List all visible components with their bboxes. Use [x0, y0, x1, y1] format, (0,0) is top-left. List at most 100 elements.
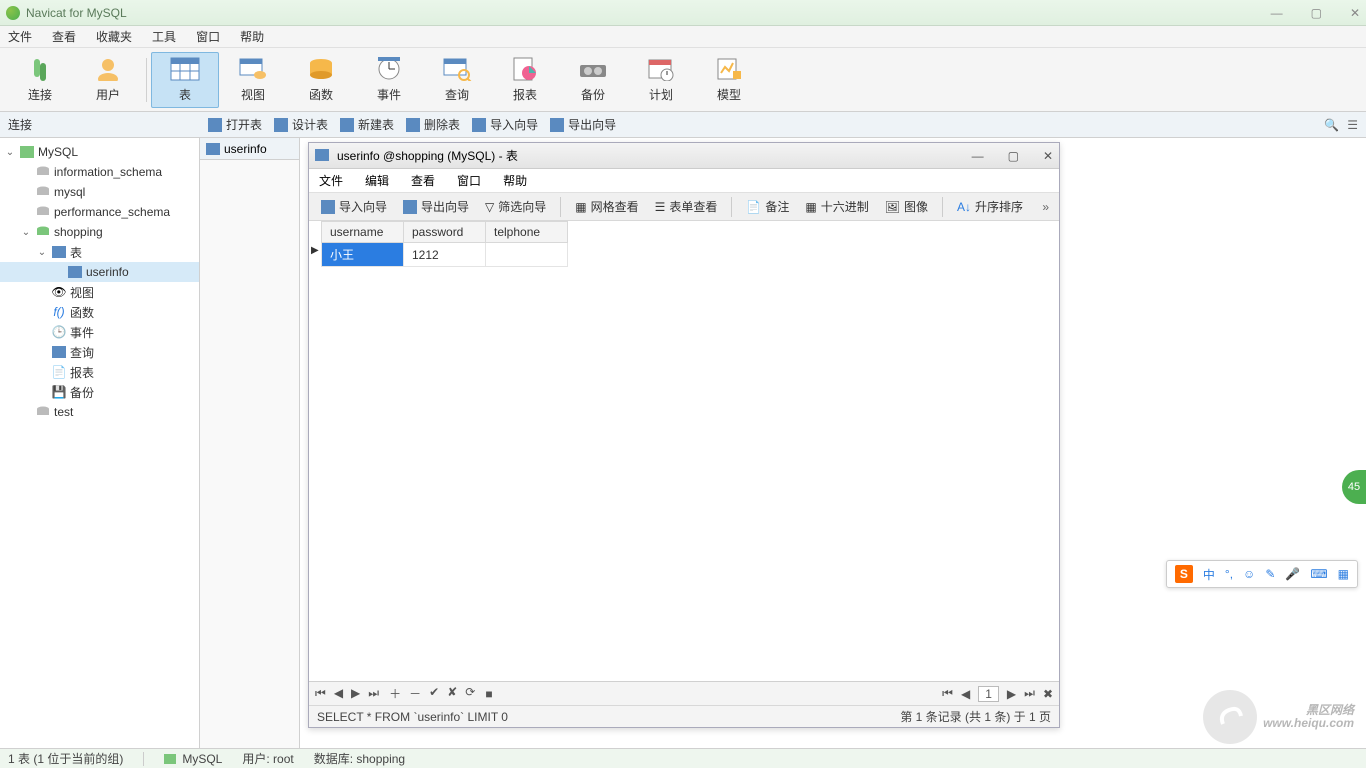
- tree-events[interactable]: 🕒事件: [0, 322, 199, 342]
- page-last[interactable]: ⏭: [1024, 686, 1035, 701]
- page-number[interactable]: 1: [978, 686, 999, 702]
- tree-backups[interactable]: 💾备份: [0, 382, 199, 402]
- nav-add[interactable]: ＋: [389, 685, 401, 702]
- nav-last[interactable]: ⏭: [368, 686, 379, 701]
- iw-menu-file[interactable]: 文件: [319, 172, 343, 189]
- page-prev[interactable]: ◀: [961, 687, 970, 701]
- action-new-table[interactable]: 新建表: [340, 116, 394, 133]
- toolbar-schedule[interactable]: 计划: [627, 52, 695, 108]
- nav-prev[interactable]: ◀: [334, 686, 343, 701]
- nav-refresh[interactable]: ⟳: [465, 685, 475, 702]
- action-delete-table[interactable]: 删除表: [406, 116, 460, 133]
- tree-reports[interactable]: 📄报表: [0, 362, 199, 382]
- toolbar-model[interactable]: 模型: [695, 52, 763, 108]
- page-first[interactable]: ⏮: [942, 686, 953, 701]
- toolbar-connect[interactable]: 连接: [6, 52, 74, 108]
- cell-password[interactable]: 1212: [404, 243, 486, 267]
- tree-shopping[interactable]: ⌄shopping: [0, 222, 199, 242]
- toolbar-table[interactable]: 表: [151, 52, 219, 108]
- ime-lang[interactable]: 中: [1203, 566, 1215, 583]
- iw-image[interactable]: 🖼图像: [879, 196, 934, 217]
- iw-menu-help[interactable]: 帮助: [503, 172, 527, 189]
- toolbar-overflow[interactable]: »: [1042, 200, 1053, 214]
- iw-note[interactable]: 📄备注: [740, 196, 795, 217]
- clock-icon: [374, 56, 404, 82]
- tree-views[interactable]: 👁视图: [0, 282, 199, 302]
- action-import[interactable]: 导入向导: [472, 116, 538, 133]
- tree-test[interactable]: test: [0, 402, 199, 422]
- tree-mysql[interactable]: ⌄MySQL: [0, 142, 199, 162]
- ime-punct-icon[interactable]: °,: [1225, 567, 1233, 581]
- tree-userinfo[interactable]: userinfo: [0, 262, 199, 282]
- iw-filter[interactable]: ▽筛选向导: [479, 196, 552, 217]
- toolbar-user[interactable]: 用户: [74, 52, 142, 108]
- ime-keyboard-icon[interactable]: ⌨: [1310, 567, 1327, 581]
- menu-favorites[interactable]: 收藏夹: [96, 28, 132, 45]
- ime-voice-icon[interactable]: 🎤: [1285, 567, 1300, 581]
- action-open-table[interactable]: 打开表: [208, 116, 262, 133]
- menu-tools[interactable]: 工具: [152, 28, 176, 45]
- iw-gridview[interactable]: ▦网格查看: [569, 196, 644, 217]
- iw-menu-view[interactable]: 查看: [411, 172, 435, 189]
- sogou-icon[interactable]: S: [1175, 565, 1193, 583]
- ime-emoji-icon[interactable]: ☺: [1243, 567, 1255, 581]
- toolbar-function[interactable]: 函数: [287, 52, 355, 108]
- col-password[interactable]: password: [404, 222, 486, 243]
- nav-next[interactable]: ▶: [351, 686, 360, 701]
- menu-file[interactable]: 文件: [8, 28, 32, 45]
- ime-toolbar[interactable]: S 中 °, ☺ ✎ 🎤 ⌨ ▦: [1166, 560, 1358, 588]
- iw-menu-edit[interactable]: 编辑: [365, 172, 389, 189]
- tab-userinfo[interactable]: userinfo: [200, 138, 299, 160]
- iw-export[interactable]: 导出向导: [397, 196, 475, 217]
- search-icon[interactable]: 🔍: [1324, 118, 1339, 132]
- iw-import[interactable]: 导入向导: [315, 196, 393, 217]
- grid-icon: ▦: [575, 200, 586, 214]
- nav-cancel[interactable]: ✘: [447, 685, 457, 702]
- nav-apply[interactable]: ✔: [429, 685, 439, 702]
- menu-help[interactable]: 帮助: [240, 28, 264, 45]
- minimize-button[interactable]: —: [1271, 6, 1283, 20]
- tree-performance-schema[interactable]: performance_schema: [0, 202, 199, 222]
- nav-delete[interactable]: －: [409, 685, 421, 702]
- iw-formview[interactable]: ☰表单查看: [649, 196, 724, 217]
- list-toggle-icon[interactable]: ☰: [1347, 118, 1358, 132]
- nav-stop[interactable]: ■: [485, 687, 492, 701]
- table-window-titlebar[interactable]: userinfo @shopping (MySQL) - 表 — ▢ ✕: [309, 143, 1059, 169]
- tree-tables[interactable]: ⌄表: [0, 242, 199, 262]
- tree-mysql-db[interactable]: mysql: [0, 182, 199, 202]
- maximize-button[interactable]: ▢: [1311, 6, 1322, 20]
- page-settings-icon[interactable]: ✖: [1043, 687, 1053, 701]
- action-export[interactable]: 导出向导: [550, 116, 616, 133]
- server-icon: [19, 145, 35, 159]
- col-telphone[interactable]: telphone: [486, 222, 568, 243]
- toolbar-divider: [146, 58, 147, 102]
- iw-menu-window[interactable]: 窗口: [457, 172, 481, 189]
- toolbar-backup[interactable]: 备份: [559, 52, 627, 108]
- ime-skin-icon[interactable]: ✎: [1265, 567, 1275, 581]
- toolbar-report[interactable]: 报表: [491, 52, 559, 108]
- close-button[interactable]: ✕: [1350, 6, 1360, 20]
- iw-minimize-button[interactable]: —: [972, 149, 984, 163]
- data-grid[interactable]: ▶ username password telphone 小王 1212: [309, 221, 1059, 681]
- iw-hex[interactable]: ▦十六进制: [799, 196, 874, 217]
- main-toolbar: 连接 用户 表 视图 函数 事件 查询 报表 备份 计划 模型: [0, 48, 1366, 112]
- cell-telphone[interactable]: [486, 243, 568, 267]
- menu-view[interactable]: 查看: [52, 28, 76, 45]
- grid-row[interactable]: 小王 1212: [322, 243, 568, 267]
- col-username[interactable]: username: [322, 222, 404, 243]
- toolbar-query[interactable]: 查询: [423, 52, 491, 108]
- tree-queries[interactable]: 查询: [0, 342, 199, 362]
- action-design-table[interactable]: 设计表: [274, 116, 328, 133]
- toolbar-event[interactable]: 事件: [355, 52, 423, 108]
- toolbar-view[interactable]: 视图: [219, 52, 287, 108]
- menu-window[interactable]: 窗口: [196, 28, 220, 45]
- iw-close-button[interactable]: ✕: [1043, 149, 1053, 163]
- tree-functions[interactable]: f()函数: [0, 302, 199, 322]
- iw-sort[interactable]: A↓升序排序: [951, 196, 1029, 217]
- ime-menu-icon[interactable]: ▦: [1338, 567, 1349, 581]
- cell-username[interactable]: 小王: [322, 243, 404, 267]
- iw-maximize-button[interactable]: ▢: [1008, 149, 1019, 163]
- nav-first[interactable]: ⏮: [315, 686, 326, 701]
- page-next[interactable]: ▶: [1007, 687, 1016, 701]
- tree-information-schema[interactable]: information_schema: [0, 162, 199, 182]
